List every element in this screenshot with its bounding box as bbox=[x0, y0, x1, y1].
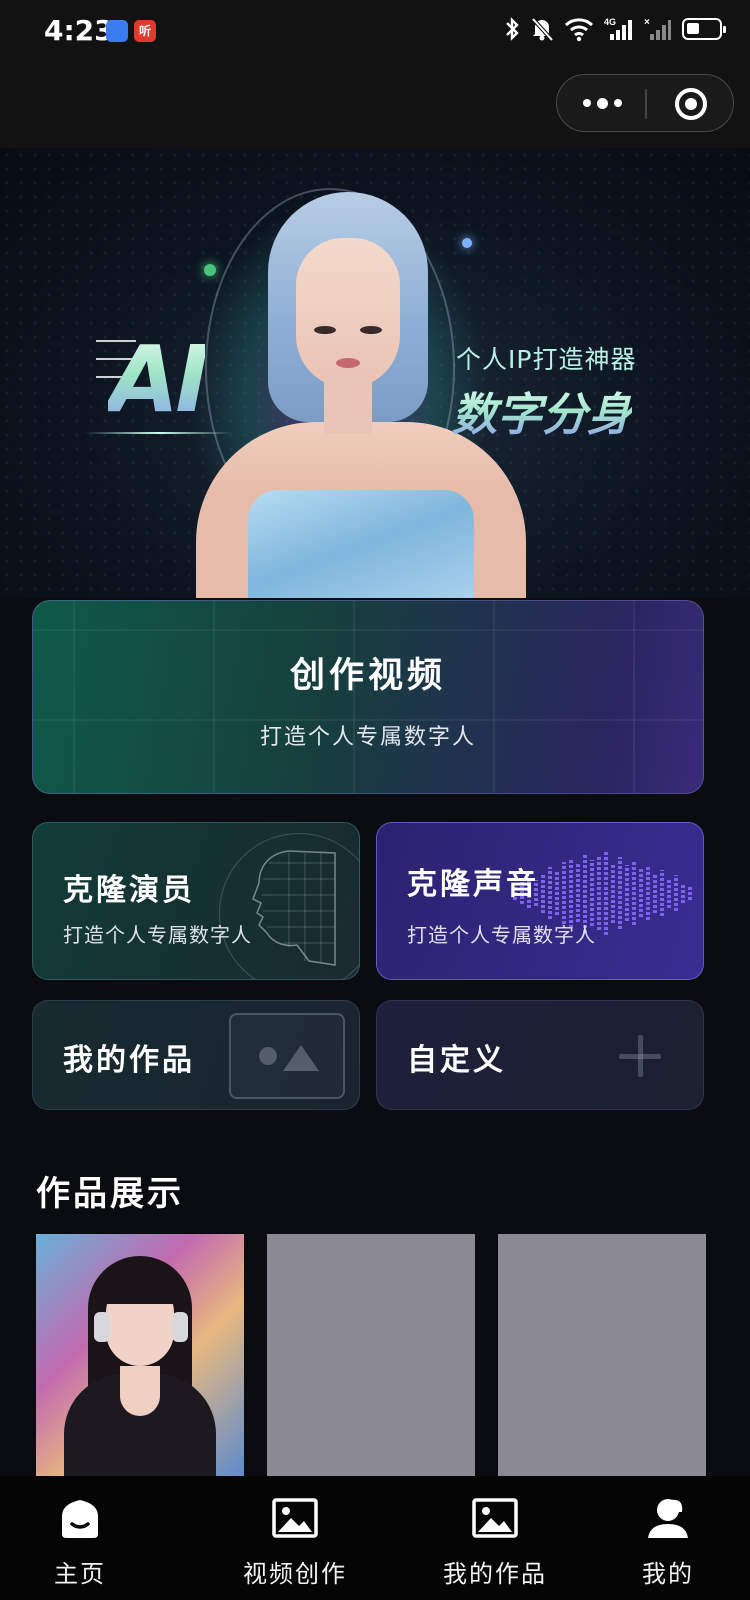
clone-actor-subtitle: 打造个人专属数字人 bbox=[63, 923, 252, 947]
svg-text:×: × bbox=[644, 17, 650, 28]
create-video-title: 创作视频 bbox=[289, 656, 446, 696]
capsule-divider bbox=[645, 89, 647, 119]
tab-video-creation-label: 视频创作 bbox=[243, 1560, 347, 1588]
signal-weak-icon: × bbox=[644, 17, 671, 40]
app-notification-icon bbox=[106, 20, 128, 42]
bottom-tab-bar: 主页 视频创作 我的作品 我的 bbox=[0, 1476, 750, 1600]
tab-my-works[interactable]: 我的作品 bbox=[420, 1476, 570, 1600]
custom-button[interactable]: 自定义 bbox=[376, 1000, 704, 1110]
tab-mine[interactable]: 我的 bbox=[618, 1476, 718, 1600]
clock: 4:23 bbox=[44, 14, 114, 47]
image-icon bbox=[272, 1498, 318, 1538]
wifi-icon bbox=[564, 18, 594, 42]
clone-voice-button[interactable]: 克隆声音 打造个人专属数字人 bbox=[376, 822, 704, 980]
ai-underline bbox=[84, 432, 234, 434]
listen-app-icon: 听 bbox=[134, 20, 156, 42]
headphones-icon bbox=[172, 1312, 188, 1342]
status-bar: 4:23 听 4G × bbox=[0, 0, 750, 64]
capsule-menu bbox=[556, 74, 734, 132]
hero-banner: AI 个人IP打造神器 数字分身 bbox=[0, 148, 750, 598]
image-placeholder-icon bbox=[229, 1013, 345, 1099]
ai-logo-text: AI bbox=[108, 326, 209, 433]
tab-video-creation[interactable]: 视频创作 bbox=[220, 1476, 370, 1600]
my-works-title: 我的作品 bbox=[63, 1043, 195, 1078]
headphones-icon bbox=[94, 1312, 110, 1342]
custom-title: 自定义 bbox=[407, 1043, 506, 1078]
battery-icon bbox=[682, 18, 726, 40]
signal-4g-icon: 4G bbox=[604, 17, 632, 40]
mini-program-nav bbox=[0, 64, 750, 148]
my-works-button[interactable]: 我的作品 bbox=[32, 1000, 360, 1110]
face-scan-icon bbox=[252, 850, 336, 966]
hero-title: 数字分身 bbox=[452, 378, 632, 443]
portrait-lips bbox=[336, 358, 360, 368]
status-icons: 4G × bbox=[504, 16, 726, 42]
close-miniprogram-icon[interactable] bbox=[675, 88, 707, 120]
tab-home-label: 主页 bbox=[54, 1560, 106, 1588]
image-icon bbox=[472, 1498, 518, 1538]
create-video-button[interactable]: 创作视频 打造个人专属数字人 bbox=[32, 600, 704, 794]
hero-tagline: 个人IP打造神器 bbox=[456, 345, 637, 374]
clone-voice-subtitle: 打造个人专属数字人 bbox=[407, 923, 596, 947]
portrait-eye bbox=[314, 326, 336, 334]
clone-voice-title: 克隆声音 bbox=[407, 867, 539, 902]
more-icon[interactable] bbox=[567, 75, 637, 131]
showcase-thumbnail-placeholder[interactable] bbox=[498, 1234, 706, 1480]
tab-my-works-label: 我的作品 bbox=[443, 1560, 547, 1588]
clone-actor-title: 克隆演员 bbox=[63, 873, 195, 908]
plus-icon bbox=[619, 1035, 661, 1077]
tab-mine-label: 我的 bbox=[642, 1560, 694, 1588]
user-icon bbox=[648, 1499, 688, 1538]
clone-actor-button[interactable]: 克隆演员 打造个人专属数字人 bbox=[32, 822, 360, 980]
showcase-title: 作品展示 bbox=[36, 1174, 184, 1214]
thumb-neck bbox=[120, 1366, 160, 1416]
showcase-thumbnail[interactable] bbox=[36, 1234, 244, 1480]
bluetooth-icon bbox=[506, 17, 519, 41]
portrait-eye bbox=[360, 326, 382, 334]
thumb-bangs bbox=[102, 1274, 178, 1304]
portrait-face bbox=[296, 238, 400, 388]
home-icon bbox=[62, 1500, 98, 1538]
tab-home[interactable]: 主页 bbox=[30, 1476, 130, 1600]
portrait-dress bbox=[248, 490, 474, 598]
create-video-subtitle: 打造个人专属数字人 bbox=[259, 725, 476, 750]
showcase-thumbnail-placeholder[interactable] bbox=[267, 1234, 475, 1480]
mute-bell-icon bbox=[531, 17, 554, 42]
svg-text:4G: 4G bbox=[604, 17, 616, 27]
